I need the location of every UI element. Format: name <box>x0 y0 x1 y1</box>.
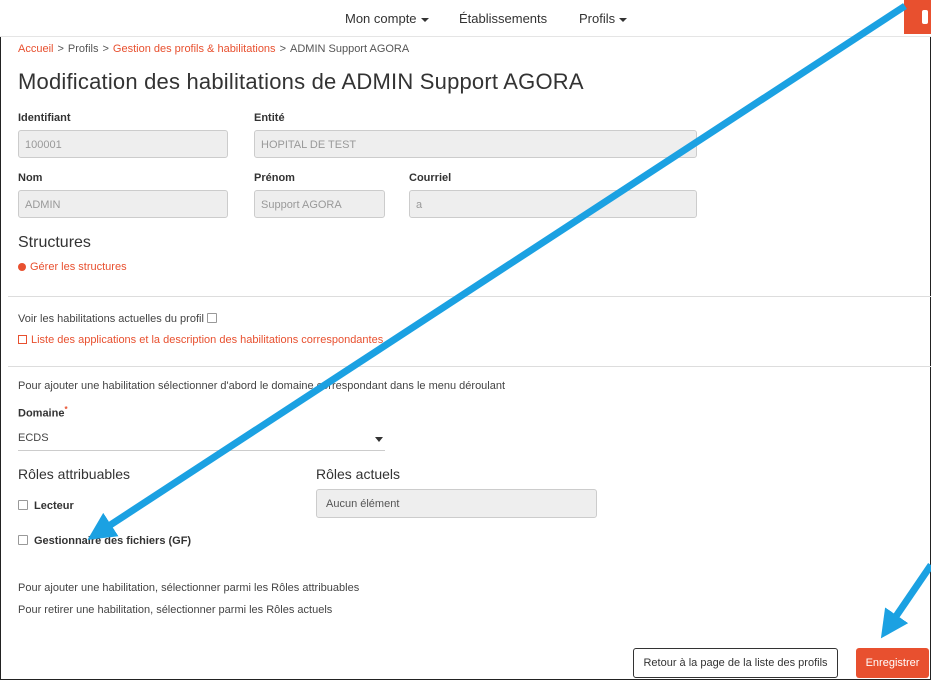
divider <box>8 366 931 367</box>
domain-select-value: ECDS <box>18 432 49 444</box>
domain-label-text: Domaine <box>18 407 65 420</box>
top-navbar: Mon compte Établissements Profils <box>0 0 931 37</box>
role-file-manager-checkbox[interactable] <box>18 535 28 545</box>
external-link-icon <box>18 335 27 344</box>
show-current-checkbox[interactable] <box>206 313 217 323</box>
user-icon <box>922 10 928 24</box>
role-reader-checkbox[interactable] <box>18 500 28 510</box>
email-field: a <box>409 190 697 218</box>
show-current-label: Voir les habilitations actuelles du prof… <box>18 313 204 325</box>
role-file-manager[interactable]: Gestionnaire des fichiers (GF) <box>18 535 191 547</box>
back-to-profiles-button[interactable]: Retour à la page de la liste des profils <box>633 648 838 678</box>
chevron-down-icon <box>375 437 383 442</box>
identifier-label: Identifiant <box>18 112 71 124</box>
help-add: Pour ajouter une habilitation, sélection… <box>18 582 360 594</box>
nav-profiles[interactable]: Profils <box>579 11 628 26</box>
role-reader-label: Lecteur <box>34 500 74 512</box>
chevron-down-icon <box>420 17 429 22</box>
chevron-down-icon <box>619 17 628 22</box>
nav-my-account[interactable]: Mon compte <box>345 11 429 26</box>
breadcrumb-current: ADMIN Support AGORA <box>290 43 410 55</box>
role-file-manager-label: Gestionnaire des fichiers (GF) <box>34 535 192 547</box>
firstname-label: Prénom <box>254 172 295 184</box>
manage-structures-link[interactable]: Gérer les structures <box>18 261 127 273</box>
assignable-roles-title: Rôles attribuables <box>18 466 131 482</box>
breadcrumb-profiles: Profils <box>67 43 99 55</box>
manage-structures-label: Gérer les structures <box>30 261 127 273</box>
role-reader[interactable]: Lecteur <box>18 500 74 512</box>
entity-field: HOPITAL DE TEST <box>254 130 697 158</box>
breadcrumb-separator: > <box>57 43 64 55</box>
email-label: Courriel <box>409 172 452 184</box>
required-asterisk: * <box>64 405 68 414</box>
identifier-field: 100001 <box>18 130 228 158</box>
nav-establishments[interactable]: Établissements <box>459 11 547 26</box>
breadcrumb: Accueil > Profils > Gestion des profils & ha… <box>18 43 409 55</box>
show-current-habilitations[interactable]: Voir les habilitations actuelles du prof… <box>18 313 217 325</box>
structures-title: Structures <box>18 234 91 251</box>
entity-label: Entité <box>254 112 285 124</box>
breadcrumb-separator: > <box>102 43 109 55</box>
nav-profiles-label: Profils <box>579 11 616 26</box>
gear-icon <box>18 263 26 271</box>
firstname-field: Support AGORA <box>254 190 385 218</box>
nav-my-account-label: Mon compte <box>345 11 417 26</box>
page-title: Modification des habilitations de ADMIN … <box>18 69 584 94</box>
lastname-label: Nom <box>18 172 43 184</box>
current-roles-title: Rôles actuels <box>316 466 401 482</box>
breadcrumb-separator: > <box>279 43 286 55</box>
domain-instruction: Pour ajouter une habilitation sélectionn… <box>18 380 506 392</box>
lastname-field: ADMIN <box>18 190 228 218</box>
breadcrumb-management[interactable]: Gestion des profils & habilitations <box>113 43 276 55</box>
save-button[interactable]: Enregistrer <box>856 648 929 678</box>
applications-list-label: Liste des applications et la description… <box>31 334 384 346</box>
breadcrumb-home[interactable]: Accueil <box>18 43 53 55</box>
applications-list-link[interactable]: Liste des applications et la description… <box>18 334 383 346</box>
help-remove: Pour retirer une habilitation, sélection… <box>18 604 333 616</box>
divider <box>8 296 931 297</box>
user-menu-button[interactable] <box>904 0 931 34</box>
domain-select[interactable]: ECDS <box>18 425 385 451</box>
current-roles-list[interactable]: Aucun élément <box>316 489 597 518</box>
domain-label: Domaine* <box>18 405 68 420</box>
